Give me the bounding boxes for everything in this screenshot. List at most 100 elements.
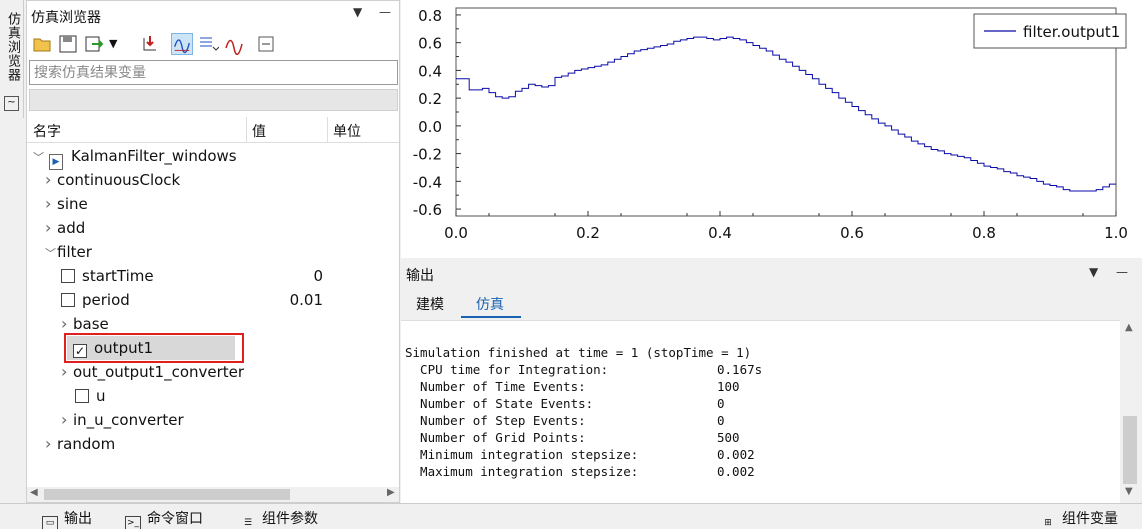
chevron-right-icon[interactable]: › bbox=[61, 408, 73, 432]
component-params-label: 组件参数 bbox=[262, 511, 318, 527]
component-variables-label: 组件变量 bbox=[1062, 511, 1118, 527]
tree-row[interactable]: › sine bbox=[45, 192, 88, 216]
scrollbar-thumb[interactable] bbox=[1123, 416, 1137, 484]
y-tick-label: 0.2 bbox=[418, 90, 442, 108]
command-window-button[interactable]: >_ 命令窗口 bbox=[125, 508, 203, 529]
x-tick-label: 0.2 bbox=[576, 224, 600, 242]
scrollbar-thumb[interactable] bbox=[44, 489, 290, 500]
tree-row[interactable]: › out_output1_converter bbox=[61, 360, 244, 384]
x-tick-label: 0.8 bbox=[972, 224, 996, 242]
component-variables-button[interactable]: ⊞ 组件变量 bbox=[1040, 508, 1118, 529]
filter-bar[interactable] bbox=[29, 89, 398, 111]
output-title: 输出 bbox=[406, 268, 434, 284]
y-tick-label: 0.6 bbox=[418, 35, 442, 53]
tab-modeling[interactable]: 建模 bbox=[416, 294, 444, 314]
scroll-up-icon[interactable]: ▲ bbox=[1125, 322, 1133, 333]
chevron-right-icon[interactable]: › bbox=[61, 360, 73, 384]
output-text-area[interactable]: Simulation finished at time = 1 (stopTim… bbox=[401, 320, 1120, 503]
output-line: Number of Time Events: bbox=[405, 379, 586, 394]
column-unit[interactable]: 单位 bbox=[333, 121, 361, 141]
output-value: 500 bbox=[717, 430, 740, 445]
output-line: Number of State Events: bbox=[405, 396, 594, 411]
list-icon: ☰ bbox=[243, 518, 253, 528]
y-tick-label: -0.6 bbox=[413, 201, 442, 219]
line-chart[interactable]: 0.0 0.2 0.4 0.6 0.8 1.0 0.8 0.6 0.4 0.2 0.0 -0.2 -0.… bbox=[401, 0, 1142, 258]
scroll-right-icon[interactable]: ▶ bbox=[387, 487, 395, 498]
time-plot-icon[interactable] bbox=[171, 33, 193, 55]
output-value: 0.167s bbox=[717, 362, 763, 377]
y-tick-label: 0.4 bbox=[418, 62, 442, 80]
tree-label: sine bbox=[57, 195, 88, 213]
output-value: 0.002 bbox=[717, 464, 755, 479]
tree-row[interactable]: › random bbox=[45, 432, 115, 456]
side-tab-simulation-browser[interactable]: 仿真浏览器 ~ bbox=[0, 0, 24, 118]
tree-label: filter bbox=[57, 243, 92, 261]
column-value[interactable]: 值 bbox=[252, 121, 266, 141]
output-window-button[interactable]: ▭ 输出 bbox=[42, 508, 92, 529]
panel-menu-icon[interactable]: ▼ bbox=[353, 5, 362, 19]
output-line: Number of Step Events: bbox=[405, 413, 586, 428]
chevron-down-icon[interactable]: ﹀ bbox=[33, 146, 45, 170]
vertical-scrollbar[interactable]: ▲ ▼ bbox=[1120, 320, 1140, 503]
collapse-all-icon[interactable] bbox=[255, 33, 277, 55]
x-tick-label: 1.0 bbox=[1104, 224, 1128, 242]
horizontal-scrollbar[interactable]: ◀ ▶ bbox=[27, 487, 399, 502]
tree-label: out_output1_converter bbox=[73, 363, 245, 381]
output-value: 0 bbox=[717, 396, 725, 411]
tree-row[interactable]: › in_u_converter bbox=[61, 408, 184, 432]
tree-label: period bbox=[82, 291, 130, 309]
tree-row[interactable]: startTime bbox=[61, 264, 154, 288]
component-params-button[interactable]: ☰ 组件参数 bbox=[240, 508, 318, 529]
plot-window[interactable]: 0.0 0.2 0.4 0.6 0.8 1.0 0.8 0.6 0.4 0.2 0.0 -0.2 -0.… bbox=[401, 0, 1142, 258]
export-icon[interactable] bbox=[83, 33, 105, 55]
tree-row[interactable]: ﹀filter bbox=[45, 240, 92, 264]
tree-row[interactable]: › continuousClock bbox=[45, 168, 180, 192]
tree-label: startTime bbox=[82, 267, 154, 285]
export-dropdown-icon[interactable]: ▼ bbox=[109, 33, 131, 55]
x-tick-label: 0.6 bbox=[840, 224, 864, 242]
array-plot-icon[interactable] bbox=[223, 33, 245, 55]
tab-simulation[interactable]: 仿真 bbox=[476, 294, 504, 314]
tree-label: base bbox=[73, 315, 109, 333]
x-tick-label: 0.4 bbox=[708, 224, 732, 242]
tree-row[interactable]: › add bbox=[45, 216, 85, 240]
y-tick-label: 0.0 bbox=[418, 118, 442, 136]
output-menu-icon[interactable]: ▼ bbox=[1089, 265, 1098, 279]
tree-value: 0.01 bbox=[289, 291, 323, 309]
search-input[interactable] bbox=[29, 60, 398, 85]
chevron-right-icon[interactable]: › bbox=[45, 192, 57, 216]
parametric-plot-icon[interactable] bbox=[197, 33, 219, 55]
column-divider bbox=[246, 117, 247, 143]
tree-row[interactable]: ﹀ ▶ KalmanFilter_windows bbox=[33, 144, 237, 170]
output-panel: 输出 ▼ — 建模 仿真 Simulation finished at time… bbox=[401, 260, 1142, 503]
output-window-icon: ▭ bbox=[42, 516, 58, 529]
tree-value: 0 bbox=[313, 267, 323, 285]
side-tab-label: 仿真浏览器 bbox=[5, 12, 20, 82]
open-folder-icon[interactable] bbox=[31, 33, 53, 55]
checkbox[interactable] bbox=[61, 293, 75, 307]
output-minimize-icon[interactable]: — bbox=[1116, 265, 1128, 279]
legend-label: filter.output1 bbox=[1023, 23, 1120, 41]
checkbox[interactable] bbox=[61, 269, 75, 283]
scroll-left-icon[interactable]: ◀ bbox=[30, 487, 38, 498]
save-icon[interactable] bbox=[57, 33, 79, 55]
scroll-down-icon[interactable]: ▼ bbox=[1125, 486, 1133, 497]
tree-row[interactable]: u bbox=[75, 384, 106, 408]
y-tick-label: -0.4 bbox=[413, 173, 442, 191]
output-line: CPU time for Integration: bbox=[405, 362, 609, 377]
chevron-down-icon[interactable]: ﹀ bbox=[45, 242, 57, 266]
output-window-label: 输出 bbox=[64, 511, 92, 527]
chevron-right-icon[interactable]: › bbox=[45, 216, 57, 240]
column-name[interactable]: 名字 bbox=[33, 121, 61, 141]
tree-label: u bbox=[96, 387, 106, 405]
checkbox[interactable] bbox=[75, 389, 89, 403]
panel-minimize-icon[interactable]: — bbox=[379, 5, 391, 19]
output-value: 0.002 bbox=[717, 447, 755, 462]
reload-icon[interactable] bbox=[139, 33, 161, 55]
chevron-right-icon[interactable]: › bbox=[45, 168, 57, 192]
panel-title: 仿真浏览器 bbox=[31, 10, 101, 26]
tree-row[interactable]: period bbox=[61, 288, 130, 312]
chevron-right-icon[interactable]: › bbox=[45, 432, 57, 456]
selection-highlight-box bbox=[64, 333, 244, 363]
command-window-label: 命令窗口 bbox=[147, 511, 203, 527]
